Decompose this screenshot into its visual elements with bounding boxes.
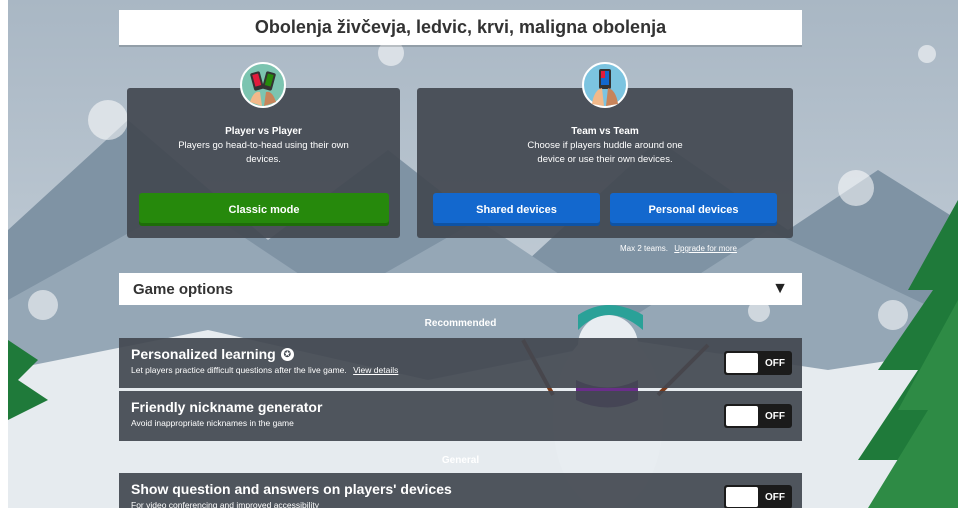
option-title: Personalized learning ✪ (131, 346, 790, 362)
option-title: Show question and answers on players' de… (131, 481, 452, 497)
game-options-label: Game options (133, 280, 234, 298)
toggle-state: OFF (765, 410, 785, 422)
option-description: Let players practice difficult questions… (131, 365, 790, 375)
show-questions-toggle[interactable]: OFF (724, 485, 792, 508)
general-header: General (441, 455, 480, 466)
tvt-description: Choose if players huddle around one devi… (527, 140, 683, 165)
pvp-description: Players go head-to-head using their own … (178, 140, 349, 165)
personalized-learning-toggle[interactable]: OFF (724, 351, 792, 375)
star-badge-icon: ✪ (280, 347, 294, 361)
max-teams-note: Max 2 teams. Upgrade for more (620, 244, 737, 253)
toggle-knob (726, 487, 758, 507)
view-details-link[interactable]: View details (353, 365, 398, 375)
snowflake (88, 100, 128, 140)
option-title: Friendly nickname generator (131, 399, 323, 415)
toggle-state: OFF (765, 491, 785, 503)
toggle-state: OFF (765, 357, 785, 369)
phones-icon (240, 62, 286, 108)
pvp-title: Player vs Player (225, 126, 302, 137)
max-teams-text: Max 2 teams. (620, 244, 669, 253)
snowflake (838, 170, 874, 206)
option-show-questions: Show question and answers on players' de… (119, 473, 802, 508)
shared-phone-icon (582, 62, 628, 108)
tvt-title: Team vs Team (571, 126, 639, 137)
option-personalized-learning: Personalized learning ✪ Let players prac… (119, 338, 802, 388)
shared-devices-button[interactable]: Shared devices (433, 193, 600, 226)
toggle-knob (726, 353, 758, 373)
personal-devices-button[interactable]: Personal devices (610, 193, 777, 226)
option-title-text: Personalized learning (131, 346, 276, 362)
snowflake (28, 290, 58, 320)
game-options-toggle[interactable]: Game options ▼ (119, 273, 802, 305)
recommended-header: Recommended (424, 318, 497, 329)
kahoot-title-bar: Obolenja živčevja, ledvic, krvi, maligna… (119, 10, 802, 45)
classic-mode-button[interactable]: Classic mode (139, 193, 389, 226)
toggle-knob (726, 406, 758, 426)
player-vs-player-card: Player vs Player Players go head-to-head… (127, 62, 400, 238)
nickname-generator-toggle[interactable]: OFF (724, 404, 792, 428)
option-description-text: Let players practice difficult questions… (131, 365, 347, 375)
option-nickname-generator: Friendly nickname generator Avoid inappr… (119, 391, 802, 441)
option-description: For video conferencing and improved acce… (131, 500, 320, 508)
option-description: Avoid inappropriate nicknames in the gam… (131, 418, 294, 428)
team-vs-team-card: Team vs Team Choose if players huddle ar… (417, 62, 793, 238)
page-title: Obolenja živčevja, ledvic, krvi, maligna… (254, 17, 667, 37)
upgrade-link[interactable]: Upgrade for more (674, 244, 737, 253)
snowflake (878, 300, 908, 330)
snowflake (918, 45, 936, 63)
triangle-down-icon: ▼ (772, 280, 788, 297)
